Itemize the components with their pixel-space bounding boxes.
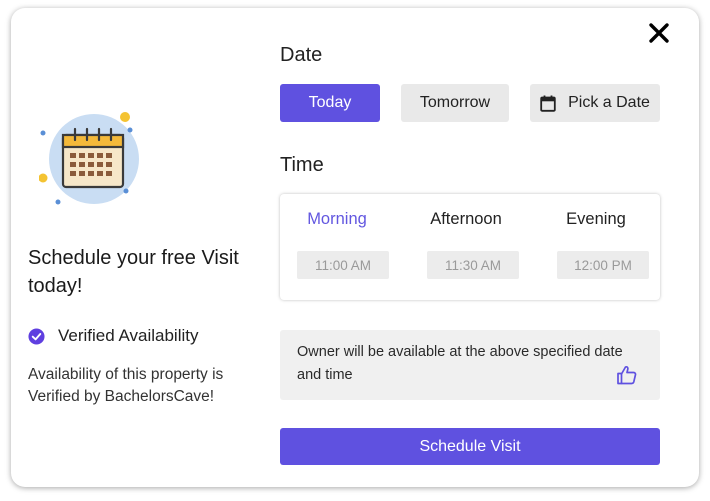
time-label: Time — [280, 154, 324, 176]
thumbs-up-icon — [617, 365, 637, 385]
calendar-icon — [540, 95, 556, 112]
availability-info-box: Owner will be available at the above spe… — [280, 330, 660, 400]
time-slot-morning[interactable]: 11:00 AM — [297, 251, 389, 279]
schedule-visit-modal: Schedule your free Visit today! Verified… — [11, 8, 699, 487]
pick-date-button[interactable]: Pick a Date — [530, 84, 660, 122]
time-selector: Morning 11:00 AM Afternoon 11:30 AM Even… — [280, 194, 660, 300]
check-circle-icon — [28, 327, 45, 345]
close-button[interactable] — [647, 21, 671, 45]
calendar-illustration-icon — [38, 111, 149, 221]
pick-date-label: Pick a Date — [568, 94, 650, 111]
tab-evening[interactable]: Evening — [536, 210, 656, 229]
time-column-evening: Evening 12:00 PM — [540, 194, 660, 300]
date-tomorrow-button[interactable]: Tomorrow — [401, 84, 509, 122]
page-title: Schedule your free Visit today! — [28, 247, 239, 297]
time-slot-afternoon[interactable]: 11:30 AM — [427, 251, 519, 279]
time-column-afternoon: Afternoon 11:30 AM — [410, 194, 530, 300]
time-slot-evening[interactable]: 12:00 PM — [557, 251, 649, 279]
verified-availability: Verified Availability — [28, 326, 199, 346]
time-column-morning: Morning 11:00 AM — [280, 194, 400, 300]
availability-info-text: Owner will be available at the above spe… — [297, 344, 623, 383]
date-label: Date — [280, 44, 323, 66]
verified-description: Availability of this property is Verifie… — [28, 366, 224, 405]
tab-afternoon[interactable]: Afternoon — [406, 210, 526, 229]
date-today-button[interactable]: Today — [280, 84, 380, 122]
schedule-visit-button[interactable]: Schedule Visit — [280, 428, 660, 465]
close-icon — [649, 23, 669, 43]
tab-morning[interactable]: Morning — [277, 210, 397, 229]
verified-label: Verified Availability — [58, 326, 199, 345]
